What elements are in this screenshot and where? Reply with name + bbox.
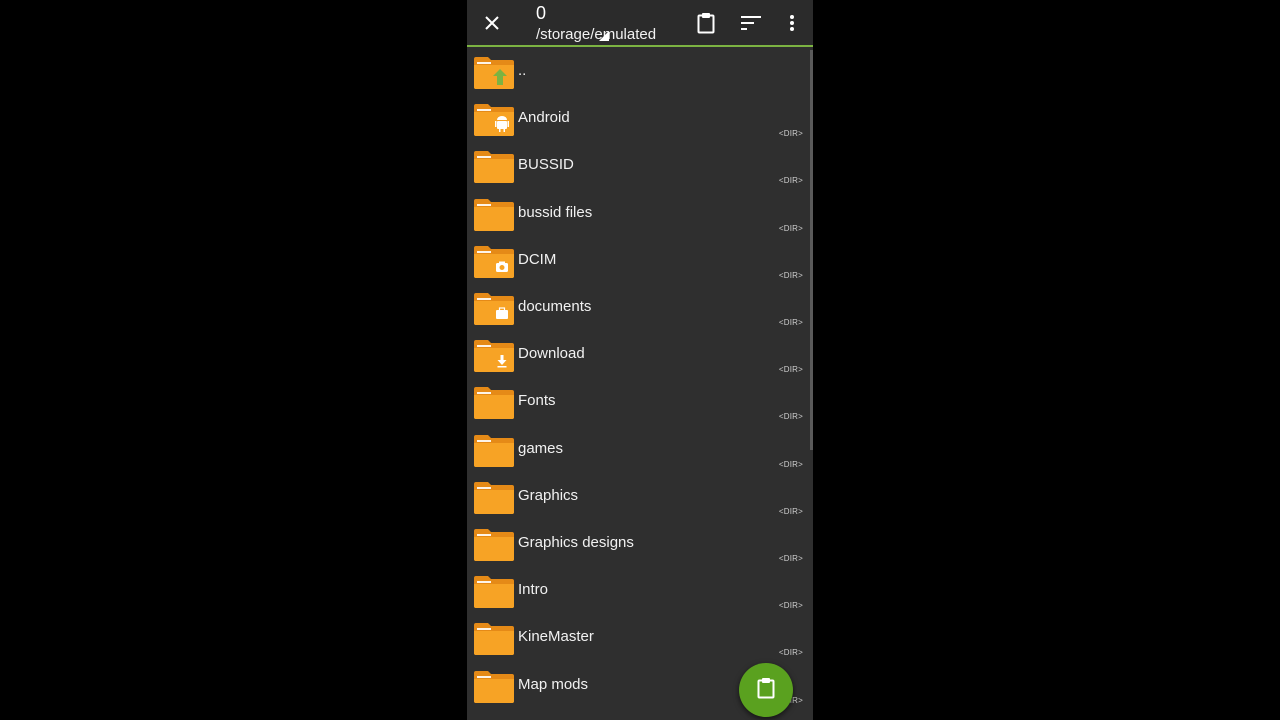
file-type-label: <DIR>: [778, 648, 803, 658]
file-name: Map mods: [518, 675, 589, 693]
file-manager-screen: 0 /storage/emulated .. Android <DIR> BUSSID…: [467, 0, 813, 720]
file-row[interactable]: BUSSID <DIR>: [467, 143, 807, 190]
file-name: Fonts: [518, 392, 556, 410]
more-vert-icon[interactable]: [772, 0, 812, 46]
file-name: DCIM: [518, 250, 557, 268]
file-name: ..: [518, 62, 527, 79]
file-type-label: <DIR>: [778, 554, 803, 563]
folder-icon: [474, 480, 514, 514]
file-name: Download: [518, 345, 585, 363]
file-type-label: <DIR>: [778, 459, 803, 469]
camera-folder-icon: [474, 244, 514, 278]
file-type-label: <DIR>: [778, 506, 803, 516]
folder-icon: [474, 621, 514, 656]
folder-icon: [474, 574, 514, 609]
briefcase-folder-icon: [474, 291, 514, 325]
current-path: /storage/emulated: [536, 26, 657, 43]
clipboard-icon[interactable]: [686, 0, 726, 46]
file-type-label: <DIR>: [778, 270, 803, 280]
file-type-label: <DIR>: [778, 223, 803, 233]
paste-icon: [757, 677, 775, 704]
file-name: bussid files: [518, 203, 593, 221]
file-row[interactable]: Intro <DIR>: [467, 568, 807, 615]
file-name: documents: [518, 298, 592, 315]
file-name: Graphics: [518, 486, 579, 504]
file-type-label: <DIR>: [778, 412, 803, 422]
file-row[interactable]: Fonts <DIR>: [467, 379, 807, 426]
file-type-label: <DIR>: [778, 129, 803, 139]
file-name: Graphics designs: [518, 534, 634, 551]
close-icon[interactable]: [472, 0, 512, 46]
file-row[interactable]: documents <DIR>: [467, 285, 807, 332]
sort-icon[interactable]: [731, 0, 771, 46]
file-type-label: <DIR>: [778, 176, 803, 186]
android-folder-icon: [474, 102, 514, 137]
file-row[interactable]: KineMaster <DIR>: [467, 615, 807, 662]
download-folder-icon: [474, 338, 514, 373]
file-name: KineMaster: [518, 628, 594, 646]
file-name: games: [518, 439, 564, 457]
file-row[interactable]: Download <DIR>: [467, 332, 807, 379]
file-type-label: <DIR>: [778, 601, 803, 611]
file-row[interactable]: games <DIR>: [467, 427, 807, 474]
folder-icon: [474, 149, 514, 184]
title-area[interactable]: 0 /storage/emulated: [536, 3, 656, 45]
top-app-bar: 0 /storage/emulated: [467, 0, 813, 47]
scrollbar[interactable]: [810, 50, 813, 450]
folder-icon: [474, 433, 514, 467]
file-row[interactable]: ..: [467, 49, 807, 96]
selected-count: 0: [536, 3, 547, 23]
folder-icon: [474, 385, 514, 420]
file-name: Android: [518, 109, 570, 127]
file-name: BUSSID: [518, 156, 574, 174]
file-row[interactable]: DCIM <DIR>: [467, 238, 807, 285]
file-name: Intro: [518, 581, 549, 599]
path-dropdown-icon[interactable]: [599, 31, 609, 41]
folder-icon: [474, 669, 514, 703]
file-type-label: <DIR>: [778, 318, 803, 327]
file-row[interactable]: Android <DIR>: [467, 96, 807, 143]
file-row[interactable]: Graphics designs <DIR>: [467, 521, 807, 568]
paste-fab-button[interactable]: [739, 663, 793, 717]
file-type-label: <DIR>: [778, 365, 803, 375]
folder-icon: [474, 527, 514, 561]
folder-icon: [474, 197, 514, 231]
up-arrow-folder-icon: [474, 55, 514, 89]
file-row[interactable]: bussid files <DIR>: [467, 191, 807, 238]
file-row[interactable]: Graphics <DIR>: [467, 474, 807, 521]
